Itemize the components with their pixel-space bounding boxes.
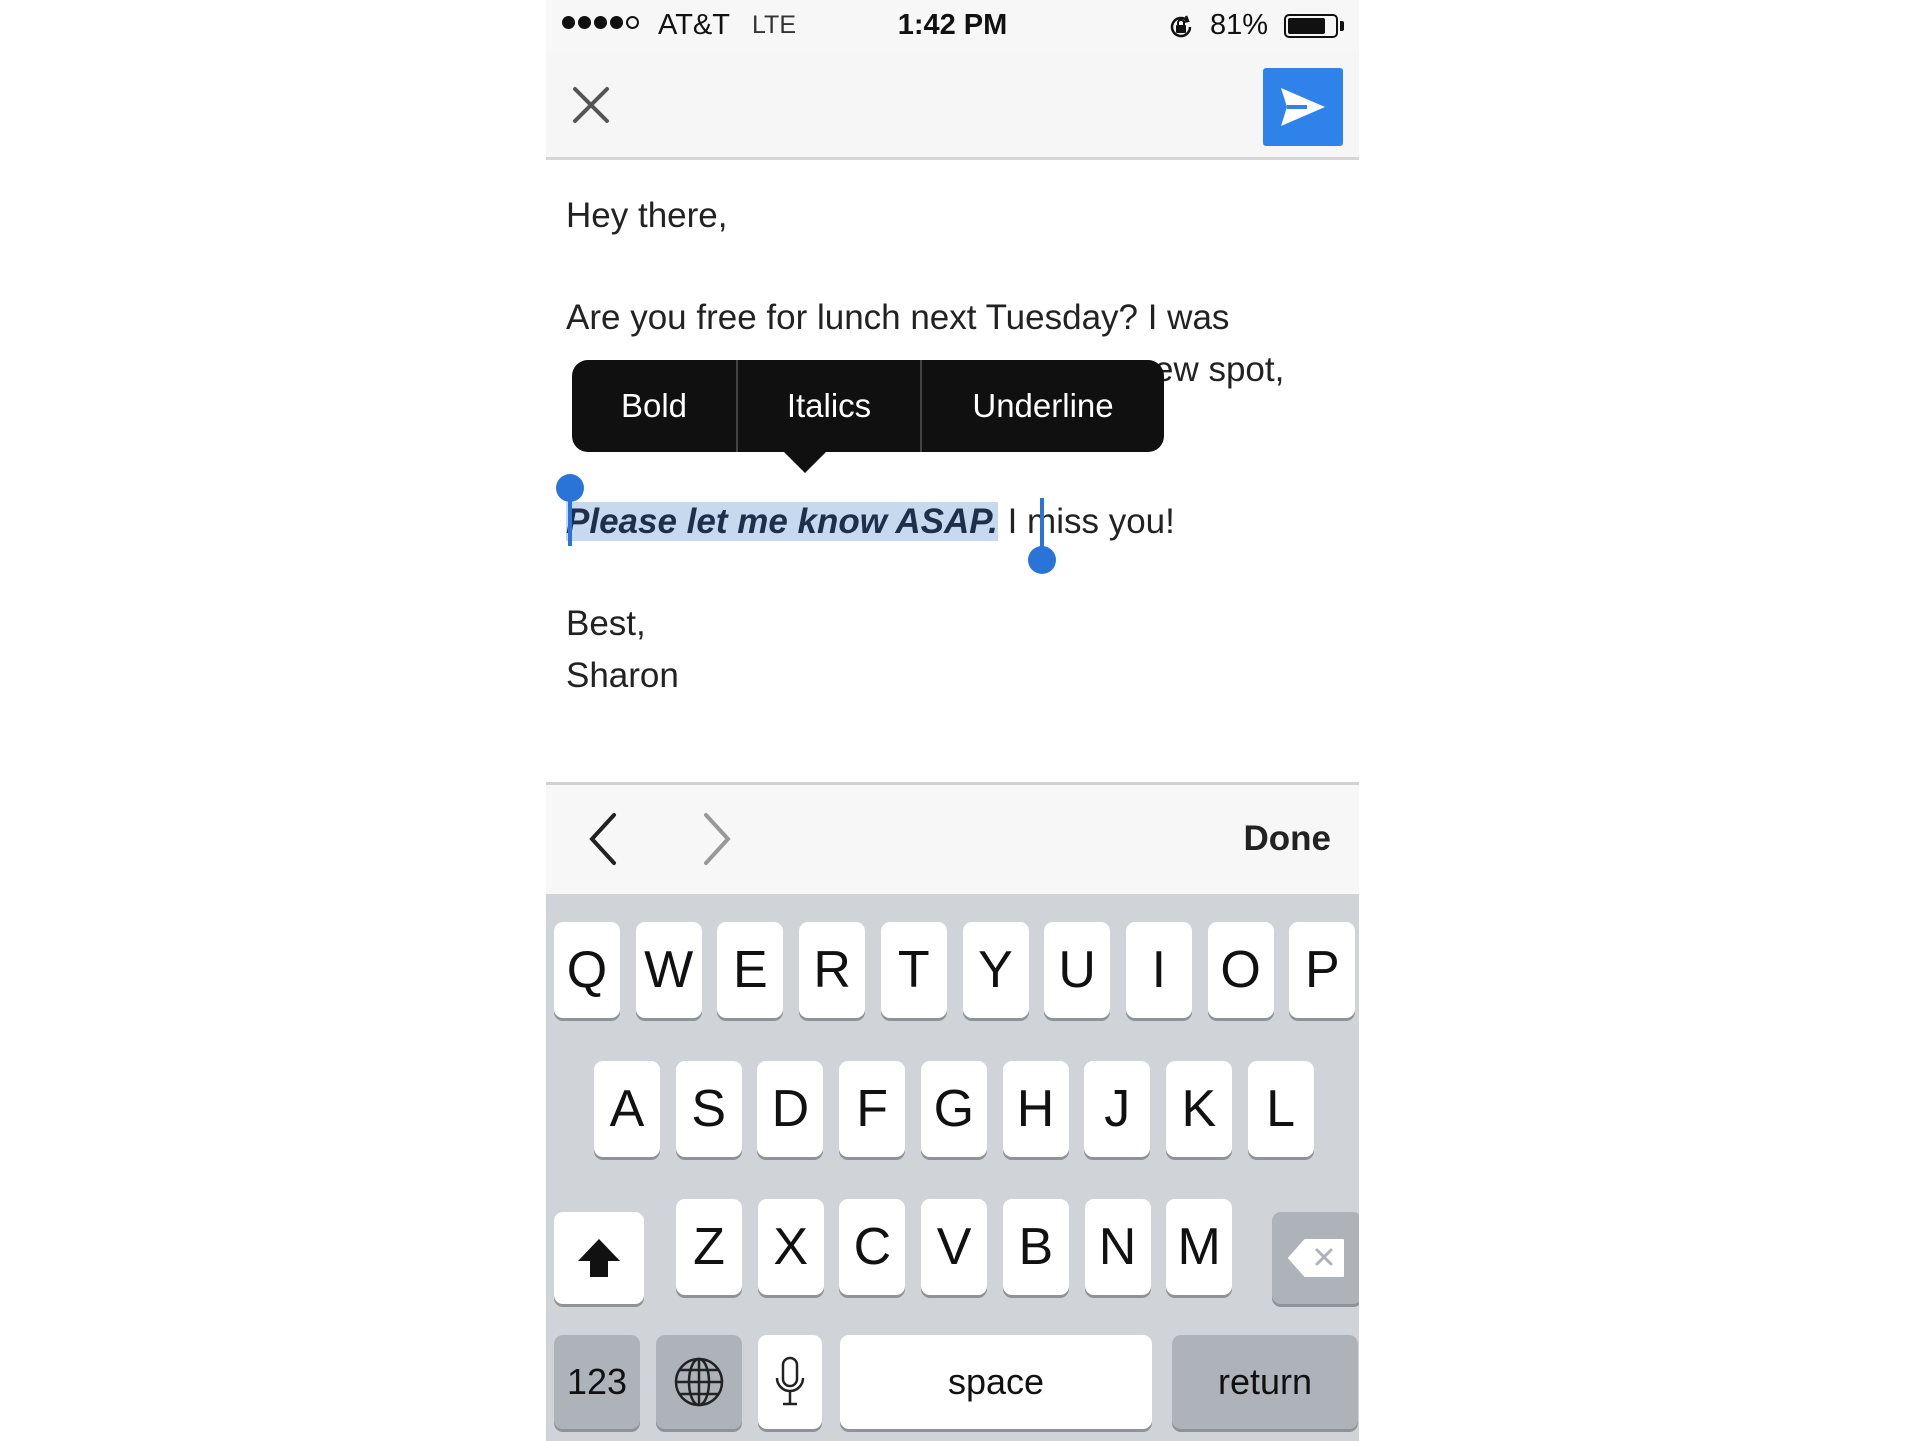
microphone-icon <box>775 1356 805 1406</box>
key-x[interactable]: X <box>757 1199 824 1295</box>
underline-menu-item[interactable]: Underline <box>922 360 1164 452</box>
text-format-menu: Bold Italics Underline <box>572 360 1164 452</box>
key-j[interactable]: J <box>1084 1061 1151 1157</box>
key-u[interactable]: U <box>1044 922 1111 1018</box>
bold-menu-item[interactable]: Bold <box>572 360 736 452</box>
key-l[interactable]: L <box>1247 1061 1314 1157</box>
compose-toolbar <box>546 52 1359 160</box>
body-line-selection: Please let me know ASAP. I miss you! <box>566 502 1175 542</box>
selection-end-bar <box>1040 498 1044 550</box>
key-g[interactable]: G <box>920 1061 987 1157</box>
key-d[interactable]: D <box>757 1061 824 1157</box>
signature-name: Sharon <box>566 656 679 695</box>
key-v[interactable]: V <box>921 1199 988 1295</box>
greeting-line: Hey there, <box>566 196 728 235</box>
rotation-lock-icon <box>1170 15 1192 38</box>
key-y[interactable]: Y <box>962 922 1029 1018</box>
globe-icon <box>674 1357 724 1407</box>
body-line-2-tail: ew spot, <box>1154 350 1285 389</box>
mail-compose-screen: AT&T LTE 1:42 PM 81% Hey there, Are you … <box>546 0 1359 1441</box>
key-h[interactable]: H <box>1002 1061 1069 1157</box>
space-key[interactable]: space <box>840 1335 1152 1429</box>
done-button[interactable]: Done <box>1244 819 1332 859</box>
key-e[interactable]: E <box>717 922 784 1018</box>
key-c[interactable]: C <box>839 1199 906 1295</box>
selection-end-handle[interactable] <box>1028 546 1056 574</box>
unselected-text: I miss you! <box>997 502 1175 541</box>
body-line-1: Are you free for lunch next Tuesday? I w… <box>566 298 1230 337</box>
chevron-right-icon[interactable] <box>696 811 736 867</box>
battery-icon <box>1284 14 1338 38</box>
return-key[interactable]: return <box>1172 1335 1358 1429</box>
key-w[interactable]: W <box>635 922 702 1018</box>
key-k[interactable]: K <box>1165 1061 1232 1157</box>
key-n[interactable]: N <box>1084 1199 1151 1295</box>
key-i[interactable]: I <box>1125 922 1192 1018</box>
keyboard-accessory-bar: Done <box>546 782 1359 894</box>
keyboard: QWERTYUIOP ASDFGHJKL ZXCVBNM 123 space r… <box>546 894 1359 1441</box>
format-menu-pointer <box>783 451 827 473</box>
globe-key[interactable] <box>656 1335 742 1429</box>
key-q[interactable]: Q <box>554 922 620 1018</box>
battery-tip <box>1340 21 1344 31</box>
dictation-key[interactable] <box>758 1335 822 1429</box>
italics-menu-item[interactable]: Italics <box>738 360 920 452</box>
key-f[interactable]: F <box>839 1061 906 1157</box>
signoff-line: Best, <box>566 604 646 643</box>
shift-arrow-icon <box>578 1239 620 1277</box>
close-icon[interactable] <box>568 82 614 128</box>
battery-percentage: 81% <box>1210 9 1269 41</box>
key-z[interactable]: Z <box>676 1199 742 1295</box>
send-button[interactable] <box>1263 68 1343 146</box>
send-icon <box>1281 88 1325 126</box>
numbers-key[interactable]: 123 <box>554 1335 640 1429</box>
key-b[interactable]: B <box>1002 1199 1069 1295</box>
key-t[interactable]: T <box>880 922 947 1018</box>
key-o[interactable]: O <box>1207 922 1274 1018</box>
selected-text[interactable]: Please let me know ASAP. <box>566 502 998 541</box>
delete-key[interactable] <box>1272 1212 1359 1304</box>
status-bar: AT&T LTE 1:42 PM 81% <box>546 0 1359 52</box>
key-p[interactable]: P <box>1289 922 1356 1018</box>
selection-start-handle[interactable] <box>556 474 584 502</box>
chevron-left-icon[interactable] <box>584 811 624 867</box>
key-r[interactable]: R <box>799 922 866 1018</box>
shift-key[interactable] <box>554 1212 644 1304</box>
key-m[interactable]: M <box>1166 1199 1233 1295</box>
key-s[interactable]: S <box>675 1061 742 1157</box>
backspace-icon <box>1288 1239 1344 1277</box>
key-a[interactable]: A <box>594 1061 660 1157</box>
